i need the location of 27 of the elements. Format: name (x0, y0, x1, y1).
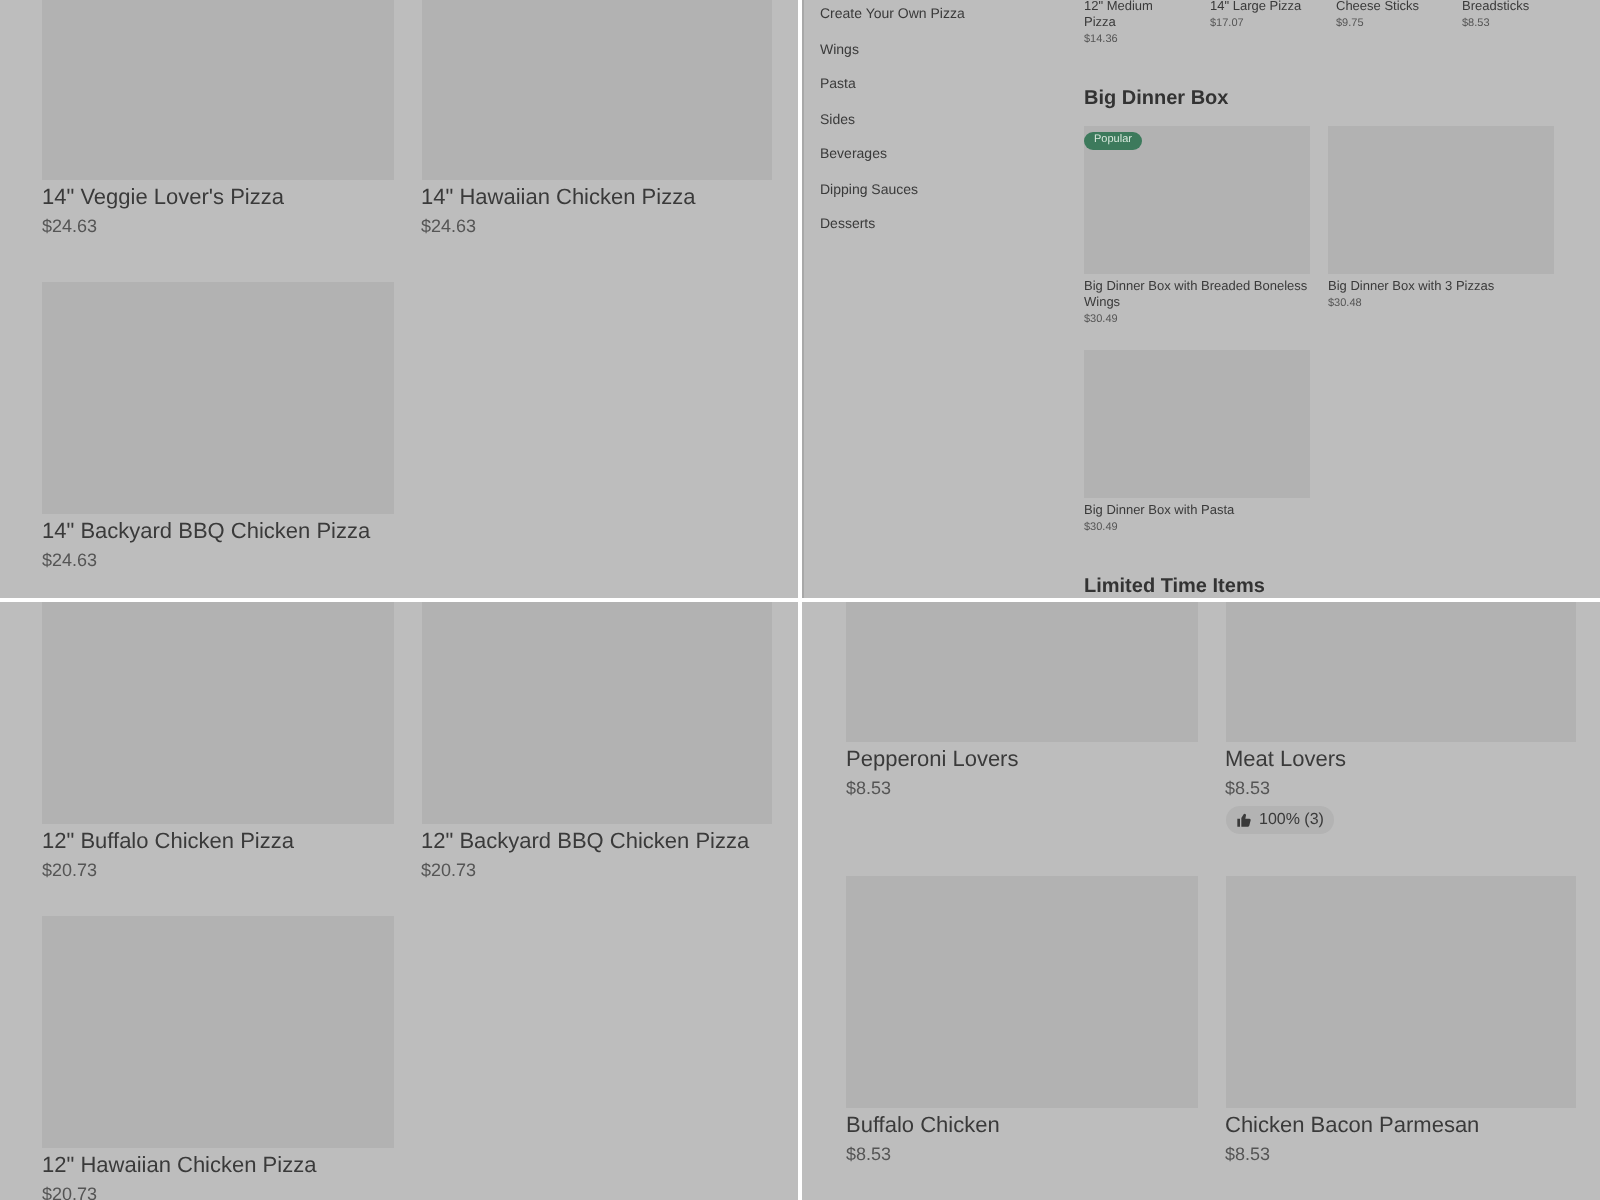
item-name: Chicken Bacon Parmesan (1225, 1112, 1482, 1140)
thumbs-up-icon (1235, 812, 1251, 828)
item-name: Meat Lovers (1225, 746, 1349, 774)
item-price: $24.63 (42, 548, 100, 574)
item-price: $24.63 (42, 214, 100, 240)
image-placeholder[interactable] (846, 602, 1197, 742)
item-price: $8.53 (1225, 776, 1273, 802)
image-placeholder[interactable] (1225, 602, 1576, 742)
image-placeholder[interactable] (421, 602, 772, 824)
item-name: 14" Hawaiian Chicken Pizza (421, 184, 698, 212)
item-price: $20.73 (421, 858, 479, 884)
item-name: 12" Backyard BBQ Chicken Pizza (421, 828, 752, 856)
item-name: 12" Buffalo Chicken Pizza (42, 828, 296, 856)
section-heading: Limited Time Items (1084, 574, 1267, 598)
item-name: 12" Hawaiian Chicken Pizza (42, 1152, 319, 1180)
item-price: $8.53 (846, 776, 894, 802)
item-price: $24.63 (421, 214, 479, 240)
item-name: 14" Backyard BBQ Chicken Pizza (42, 518, 373, 546)
item-name: 14" Veggie Lover's Pizza (42, 184, 286, 212)
item-name: Pepperoni Lovers (846, 746, 1021, 774)
item-price: $8.53 (1225, 1142, 1273, 1168)
rating-text: 100% (3) (1259, 808, 1324, 832)
item-price: $8.53 (846, 1142, 894, 1168)
item-name: Buffalo Chicken (846, 1112, 1002, 1140)
item-price: $20.73 (42, 858, 100, 884)
image-placeholder[interactable] (42, 602, 393, 824)
section-heading: Big Dinner Box (1084, 86, 1231, 114)
